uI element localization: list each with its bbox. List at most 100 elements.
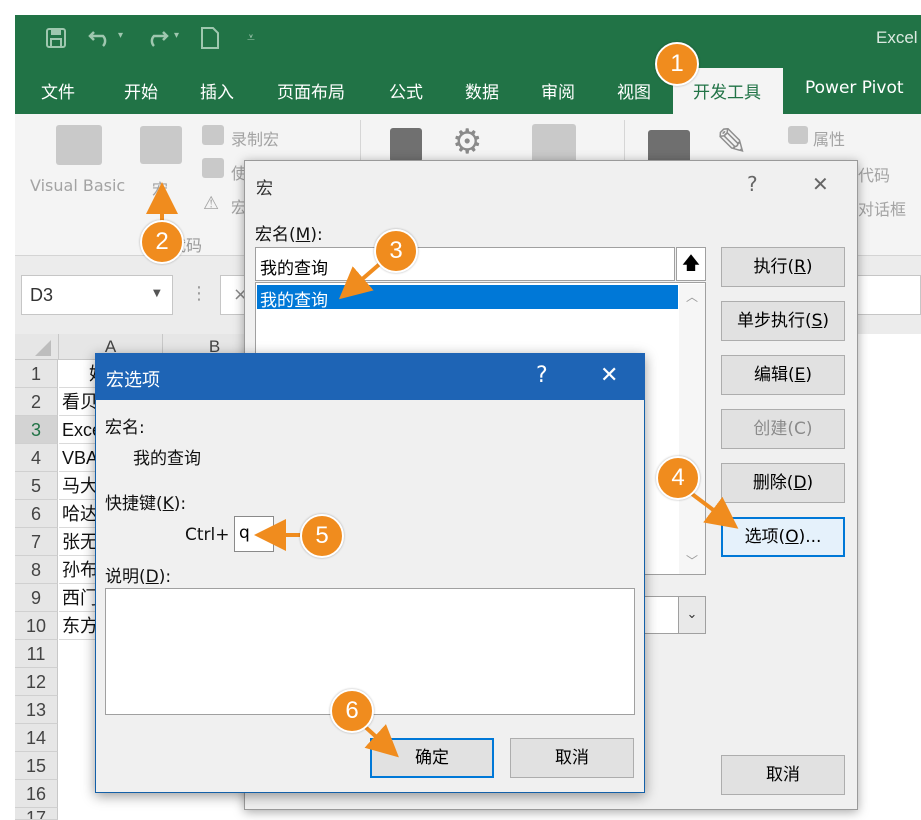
add-ins-icon: [390, 128, 422, 162]
row-header[interactable]: 2: [15, 388, 58, 416]
row-header[interactable]: 16: [15, 780, 58, 808]
edit-button[interactable]: 编辑(E): [721, 355, 845, 395]
macro-options-title: 宏选项: [106, 370, 160, 391]
help-button[interactable]: ?: [536, 363, 548, 388]
ctrl-prefix-label: Ctrl+: [185, 525, 230, 545]
undo-icon[interactable]: [88, 24, 114, 53]
select-all-corner[interactable]: [15, 334, 59, 360]
row-header[interactable]: 17: [15, 808, 58, 820]
tab-insert[interactable]: 插入: [200, 78, 234, 103]
cell-a7[interactable]: 张无: [59, 528, 99, 556]
cell-a5[interactable]: 马大: [59, 472, 99, 500]
relative-ref-icon: [202, 158, 224, 178]
annotation-badge-3: 3: [374, 229, 418, 273]
tab-page-layout[interactable]: 页面布局: [277, 78, 345, 103]
ok-button[interactable]: 确定: [370, 738, 494, 778]
name-box-value: D3: [30, 285, 54, 305]
view-code-button[interactable]: 代码: [858, 162, 890, 186]
options-macro-name-value: 我的查询: [133, 449, 201, 469]
redo-icon[interactable]: [143, 24, 169, 53]
name-box[interactable]: D3: [21, 275, 173, 315]
save-icon[interactable]: [45, 27, 67, 54]
annotation-badge-1: 1: [655, 42, 699, 86]
tab-data[interactable]: 数据: [465, 78, 499, 103]
row-header-selected[interactable]: 3: [15, 416, 58, 444]
description-textarea[interactable]: [105, 588, 635, 715]
cell-a9[interactable]: 西门: [59, 584, 99, 612]
tab-review[interactable]: 审阅: [541, 78, 575, 103]
scroll-up-icon[interactable]: ︿: [686, 288, 698, 305]
step-into-button[interactable]: 单步执行(S): [721, 301, 845, 341]
tab-formulas[interactable]: 公式: [389, 78, 423, 103]
cell-a1[interactable]: 姓: [59, 360, 99, 388]
row-header[interactable]: 7: [15, 528, 58, 556]
visual-basic-button[interactable]: Visual Basic: [30, 176, 125, 195]
annotation-badge-5: 5: [300, 514, 344, 558]
row-header[interactable]: 4: [15, 444, 58, 472]
record-macro-icon: [202, 125, 224, 145]
close-icon[interactable]: ✕: [812, 172, 829, 196]
row-header[interactable]: 11: [15, 640, 58, 668]
app-title: Excel: [876, 28, 918, 47]
macro-list-item-selected[interactable]: 我的查询: [257, 285, 678, 311]
run-dialog-button[interactable]: 对话框: [858, 196, 906, 220]
delete-button[interactable]: 删除(D): [721, 463, 845, 503]
shortcut-key-input[interactable]: q: [234, 516, 274, 552]
design-mode-icon: ✎: [716, 120, 748, 164]
row-header[interactable]: 9: [15, 584, 58, 612]
row-header[interactable]: 12: [15, 668, 58, 696]
help-button[interactable]: ?: [747, 172, 758, 196]
annotation-badge-4: 4: [656, 456, 700, 500]
macro-options-dialog: [95, 353, 645, 793]
cell-a10[interactable]: 东方: [59, 612, 99, 640]
macro-options-titlebar: [95, 353, 645, 400]
row-header[interactable]: 15: [15, 752, 58, 780]
row-header[interactable]: 14: [15, 724, 58, 752]
row-header[interactable]: 6: [15, 500, 58, 528]
cell-a8[interactable]: 孙布: [59, 556, 99, 584]
row-header[interactable]: 1: [15, 360, 58, 388]
tab-file[interactable]: 文件: [41, 78, 75, 103]
record-macro-button[interactable]: 录制宏: [231, 126, 279, 150]
gear-icon: ⚙: [452, 122, 483, 162]
cell-a6[interactable]: 哈达: [59, 500, 99, 528]
properties-icon: [788, 126, 808, 144]
cell-a3[interactable]: Exce: [59, 416, 99, 444]
run-button[interactable]: 执行(R): [721, 247, 845, 287]
more-icon: ⋮: [190, 283, 208, 304]
row-header[interactable]: 8: [15, 556, 58, 584]
new-doc-icon[interactable]: [200, 26, 220, 55]
redo-dropdown-icon[interactable]: ▾: [174, 30, 179, 41]
row-header[interactable]: 13: [15, 696, 58, 724]
macro-name-input[interactable]: 我的查询: [255, 247, 675, 281]
chevron-down-icon[interactable]: ⌄: [678, 597, 705, 633]
cell-a2[interactable]: 看贝: [59, 388, 99, 416]
dropdown-arrow-icon[interactable]: ▼: [153, 288, 161, 299]
row-header[interactable]: 10: [15, 612, 58, 640]
tab-developer[interactable]: 开发工具: [693, 78, 761, 103]
undo-dropdown-icon[interactable]: ▾: [118, 30, 123, 41]
macro-dialog-title: 宏: [256, 179, 273, 199]
scroll-down-icon[interactable]: ﹀: [686, 552, 698, 569]
macro-list-scrollbar[interactable]: ︿ ﹀: [679, 284, 705, 574]
properties-button[interactable]: 属性: [813, 126, 845, 150]
close-icon[interactable]: ✕: [600, 363, 618, 388]
customize-qat-icon[interactable]: ⩡: [247, 30, 255, 46]
macros-button[interactable]: 宏: [152, 176, 168, 200]
macro-cancel-button[interactable]: 取消: [721, 755, 845, 795]
tab-power-pivot[interactable]: Power Pivot: [805, 78, 904, 98]
up-arrow-icon[interactable]: 🡅: [676, 247, 706, 281]
annotation-badge-6: 6: [330, 689, 374, 733]
visual-basic-icon: [56, 125, 102, 165]
tab-view[interactable]: 视图: [617, 78, 651, 103]
tab-home[interactable]: 开始: [124, 78, 158, 103]
row-header[interactable]: 5: [15, 472, 58, 500]
shortcut-label: 快捷键(K):: [105, 494, 187, 514]
options-cancel-button[interactable]: 取消: [510, 738, 634, 778]
options-button[interactable]: 选项(O)...: [721, 517, 845, 557]
annotation-badge-2: 2: [140, 220, 184, 264]
description-label: 说明(D):: [105, 567, 172, 587]
macros-icon: [140, 126, 182, 164]
cell-a4[interactable]: VBA: [59, 444, 99, 472]
options-macro-name-label: 宏名:: [105, 418, 145, 438]
